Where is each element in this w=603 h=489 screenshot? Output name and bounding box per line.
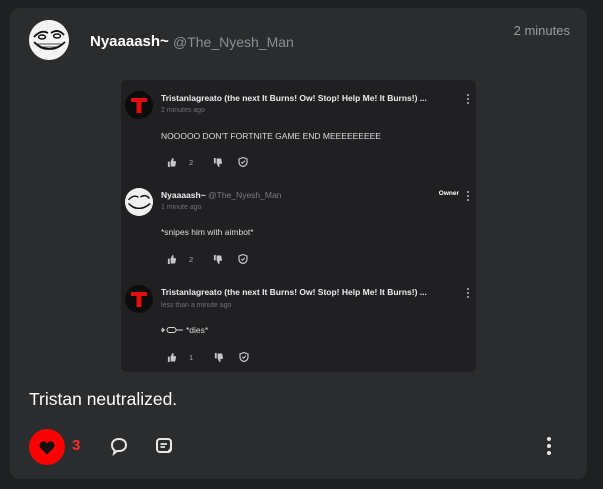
sniper-rifle-emoji xyxy=(161,327,183,333)
more-options-icon[interactable] xyxy=(544,437,554,455)
thumbs-down-icon[interactable] xyxy=(213,254,223,264)
comment-timestamp: 2 minutes ago xyxy=(161,107,205,114)
post-timestamp: 2 minutes xyxy=(513,23,570,38)
comment-author-handle: @The_Nyesh_Man xyxy=(208,190,282,200)
post-text: Tristan neutralized. xyxy=(29,389,178,409)
thumbs-up-icon xyxy=(167,352,176,362)
thumbs-up-button[interactable]: 2 xyxy=(167,254,194,264)
like-count: 2 xyxy=(189,254,194,264)
comment-timestamp: less than a minute ago xyxy=(161,302,232,309)
post-card: Nyaaaash~ @The_Nyesh_Man 2 minutes Trist… xyxy=(10,8,587,479)
thumbs-up-icon xyxy=(167,157,176,167)
embedded-comment-thread: Tristanlagreato (the next It Burns! Ow! … xyxy=(121,80,476,372)
troll-face-avatar[interactable] xyxy=(125,188,153,216)
like-button[interactable] xyxy=(29,429,65,465)
heart-icon xyxy=(39,440,55,454)
thumbs-up-button[interactable]: 2 xyxy=(167,157,194,167)
comment-actions: 2 xyxy=(167,156,248,168)
comment-text: NOOOOO DON'T FORTNITE GAME END MEEEEEEEE… xyxy=(161,131,381,141)
shield-icon[interactable] xyxy=(238,254,248,264)
comment-timestamp: 1 minute ago xyxy=(161,204,202,211)
thumbs-down-icon[interactable] xyxy=(213,157,223,167)
post-author-name[interactable]: Nyaaaash~ xyxy=(90,33,169,50)
red-t-logo-avatar[interactable] xyxy=(125,285,153,313)
comment-bubble-icon xyxy=(110,437,128,457)
thumbs-up-button[interactable]: 1 xyxy=(167,352,194,362)
red-t-logo-avatar[interactable] xyxy=(125,91,153,119)
comment-actions: 2 xyxy=(167,253,248,265)
thumbs-up-icon xyxy=(167,254,176,264)
comment-author-name[interactable]: Nyaaaash~ @The_Nyesh_Man xyxy=(161,190,281,200)
shield-icon[interactable] xyxy=(238,157,248,167)
like-count: 2 xyxy=(189,157,194,167)
comment-more-icon[interactable] xyxy=(465,94,471,104)
comment-author-name[interactable]: Tristanlagreato (the next It Burns! Ow! … xyxy=(161,287,427,297)
repost-icon xyxy=(156,438,172,453)
comment-text: *snipes him with aimbot* xyxy=(161,227,254,237)
troll-face-avatar[interactable] xyxy=(29,20,69,60)
shield-icon[interactable] xyxy=(239,352,249,362)
thumbs-down-icon[interactable] xyxy=(214,352,224,362)
comment-button[interactable] xyxy=(109,436,129,457)
comment-more-icon[interactable] xyxy=(465,191,471,201)
comment-author-display-name: Nyaaaash~ xyxy=(161,190,206,200)
like-count: 1 xyxy=(189,352,194,362)
owner-badge: Owner xyxy=(438,190,459,197)
post-author-handle[interactable]: @The_Nyesh_Man xyxy=(173,34,294,50)
comment-more-icon[interactable] xyxy=(465,288,471,298)
comment-author-name[interactable]: Tristanlagreato (the next It Burns! Ow! … xyxy=(161,93,427,103)
comment-text: *dies* xyxy=(161,325,208,335)
comment-actions: 1 xyxy=(167,351,249,363)
comment-text-value: *dies* xyxy=(186,325,209,335)
repost-button[interactable] xyxy=(154,436,174,456)
like-count: 3 xyxy=(72,437,81,454)
